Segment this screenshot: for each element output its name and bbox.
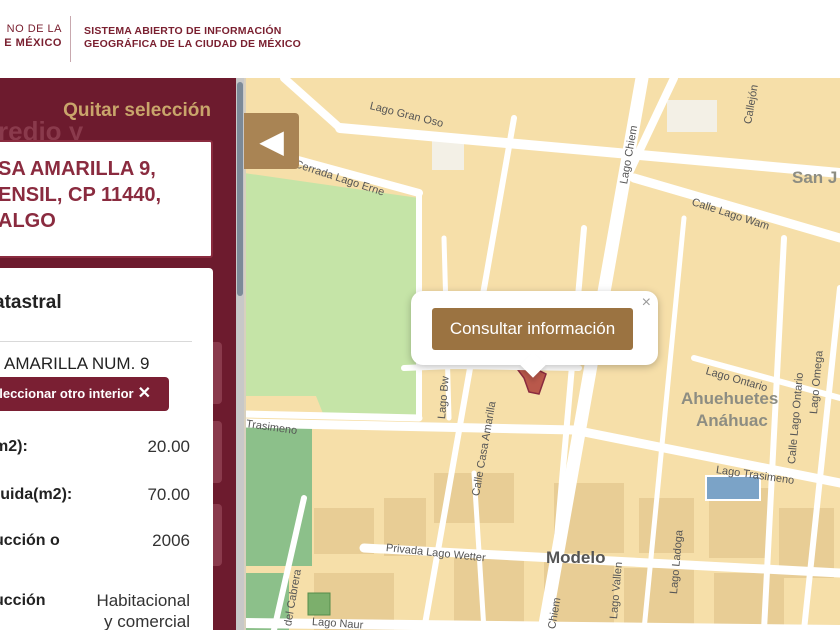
card-title: atastral [0, 292, 62, 313]
plaza [667, 100, 717, 132]
site-title: SISTEMA ABIERTO DE INFORMACIÓN GEOGRÁFIC… [84, 25, 301, 51]
park-area [307, 592, 331, 616]
panel-scrollbar[interactable] [236, 78, 244, 630]
field-value: 70.00 [147, 485, 190, 504]
field-label: ucción o [0, 532, 60, 549]
address-line: SA AMARILLA 9, [0, 158, 156, 180]
park-area [244, 173, 419, 416]
field-value: Habitacional [96, 591, 190, 610]
site-title-line1: SISTEMA ABIERTO DE INFORMACIÓN [84, 25, 282, 37]
close-icon[interactable]: × [642, 294, 651, 312]
field-label: ucción [0, 592, 46, 609]
cadastral-info-card: atastral AMARILLA NUM. 9 eleccionar otro… [0, 268, 213, 630]
collapse-panel-button[interactable]: ◀ [244, 113, 299, 169]
park-area [244, 423, 312, 566]
field-value: y comercial [104, 612, 190, 630]
field-label: ruida(m2): [0, 486, 73, 503]
header-divider [70, 16, 71, 62]
neighborhood-label: Ahuehuetes [681, 389, 779, 408]
card-divider [0, 341, 192, 342]
gov-logo-line1: NO DE LA [6, 23, 62, 35]
select-other-interior-button[interactable]: eleccionar otro interior ✕ [0, 377, 169, 411]
panel-tab[interactable] [212, 421, 222, 483]
triangle-left-icon: ◀ [259, 123, 284, 159]
address-card: SA AMARILLA 9, ENSIL, CP 11440, ALGO [0, 140, 213, 258]
address-line: ENSIL, CP 11440, [0, 184, 162, 206]
clear-selection-link[interactable]: Quitar selección [63, 100, 211, 122]
government-logo[interactable]: NO DE LA E MÉXICO [0, 22, 62, 50]
neighborhood-label: Modelo [546, 548, 606, 567]
neighborhood-label: San J [792, 168, 838, 187]
street-label: Lago Naur [311, 616, 364, 630]
side-panel: redio y Quitar selección SA AMARILLA 9, … [0, 78, 236, 630]
neighborhood-label: Anáhuac [696, 411, 768, 430]
field-value: 20.00 [147, 437, 190, 456]
select-other-label: eleccionar otro interior [0, 386, 134, 401]
site-title-line2: GEOGRÁFICA DE LA CIUDAD DE MÉXICO [84, 38, 301, 50]
field-label: m2): [0, 438, 28, 455]
close-icon: ✕ [137, 385, 151, 402]
field-value: 2006 [152, 531, 190, 550]
map-popup: × Consultar información [411, 291, 658, 378]
address-line: ALGO [0, 210, 56, 232]
panel-tab[interactable] [212, 342, 222, 404]
panel-tab[interactable] [212, 504, 222, 566]
header: NO DE LA E MÉXICO SISTEMA ABIERTO DE INF… [0, 0, 840, 78]
scrollbar-thumb[interactable] [237, 82, 243, 296]
consult-info-button[interactable]: Consultar información [432, 308, 633, 350]
property-address: AMARILLA NUM. 9 [4, 354, 150, 373]
gov-logo-line2: E MÉXICO [4, 37, 62, 49]
